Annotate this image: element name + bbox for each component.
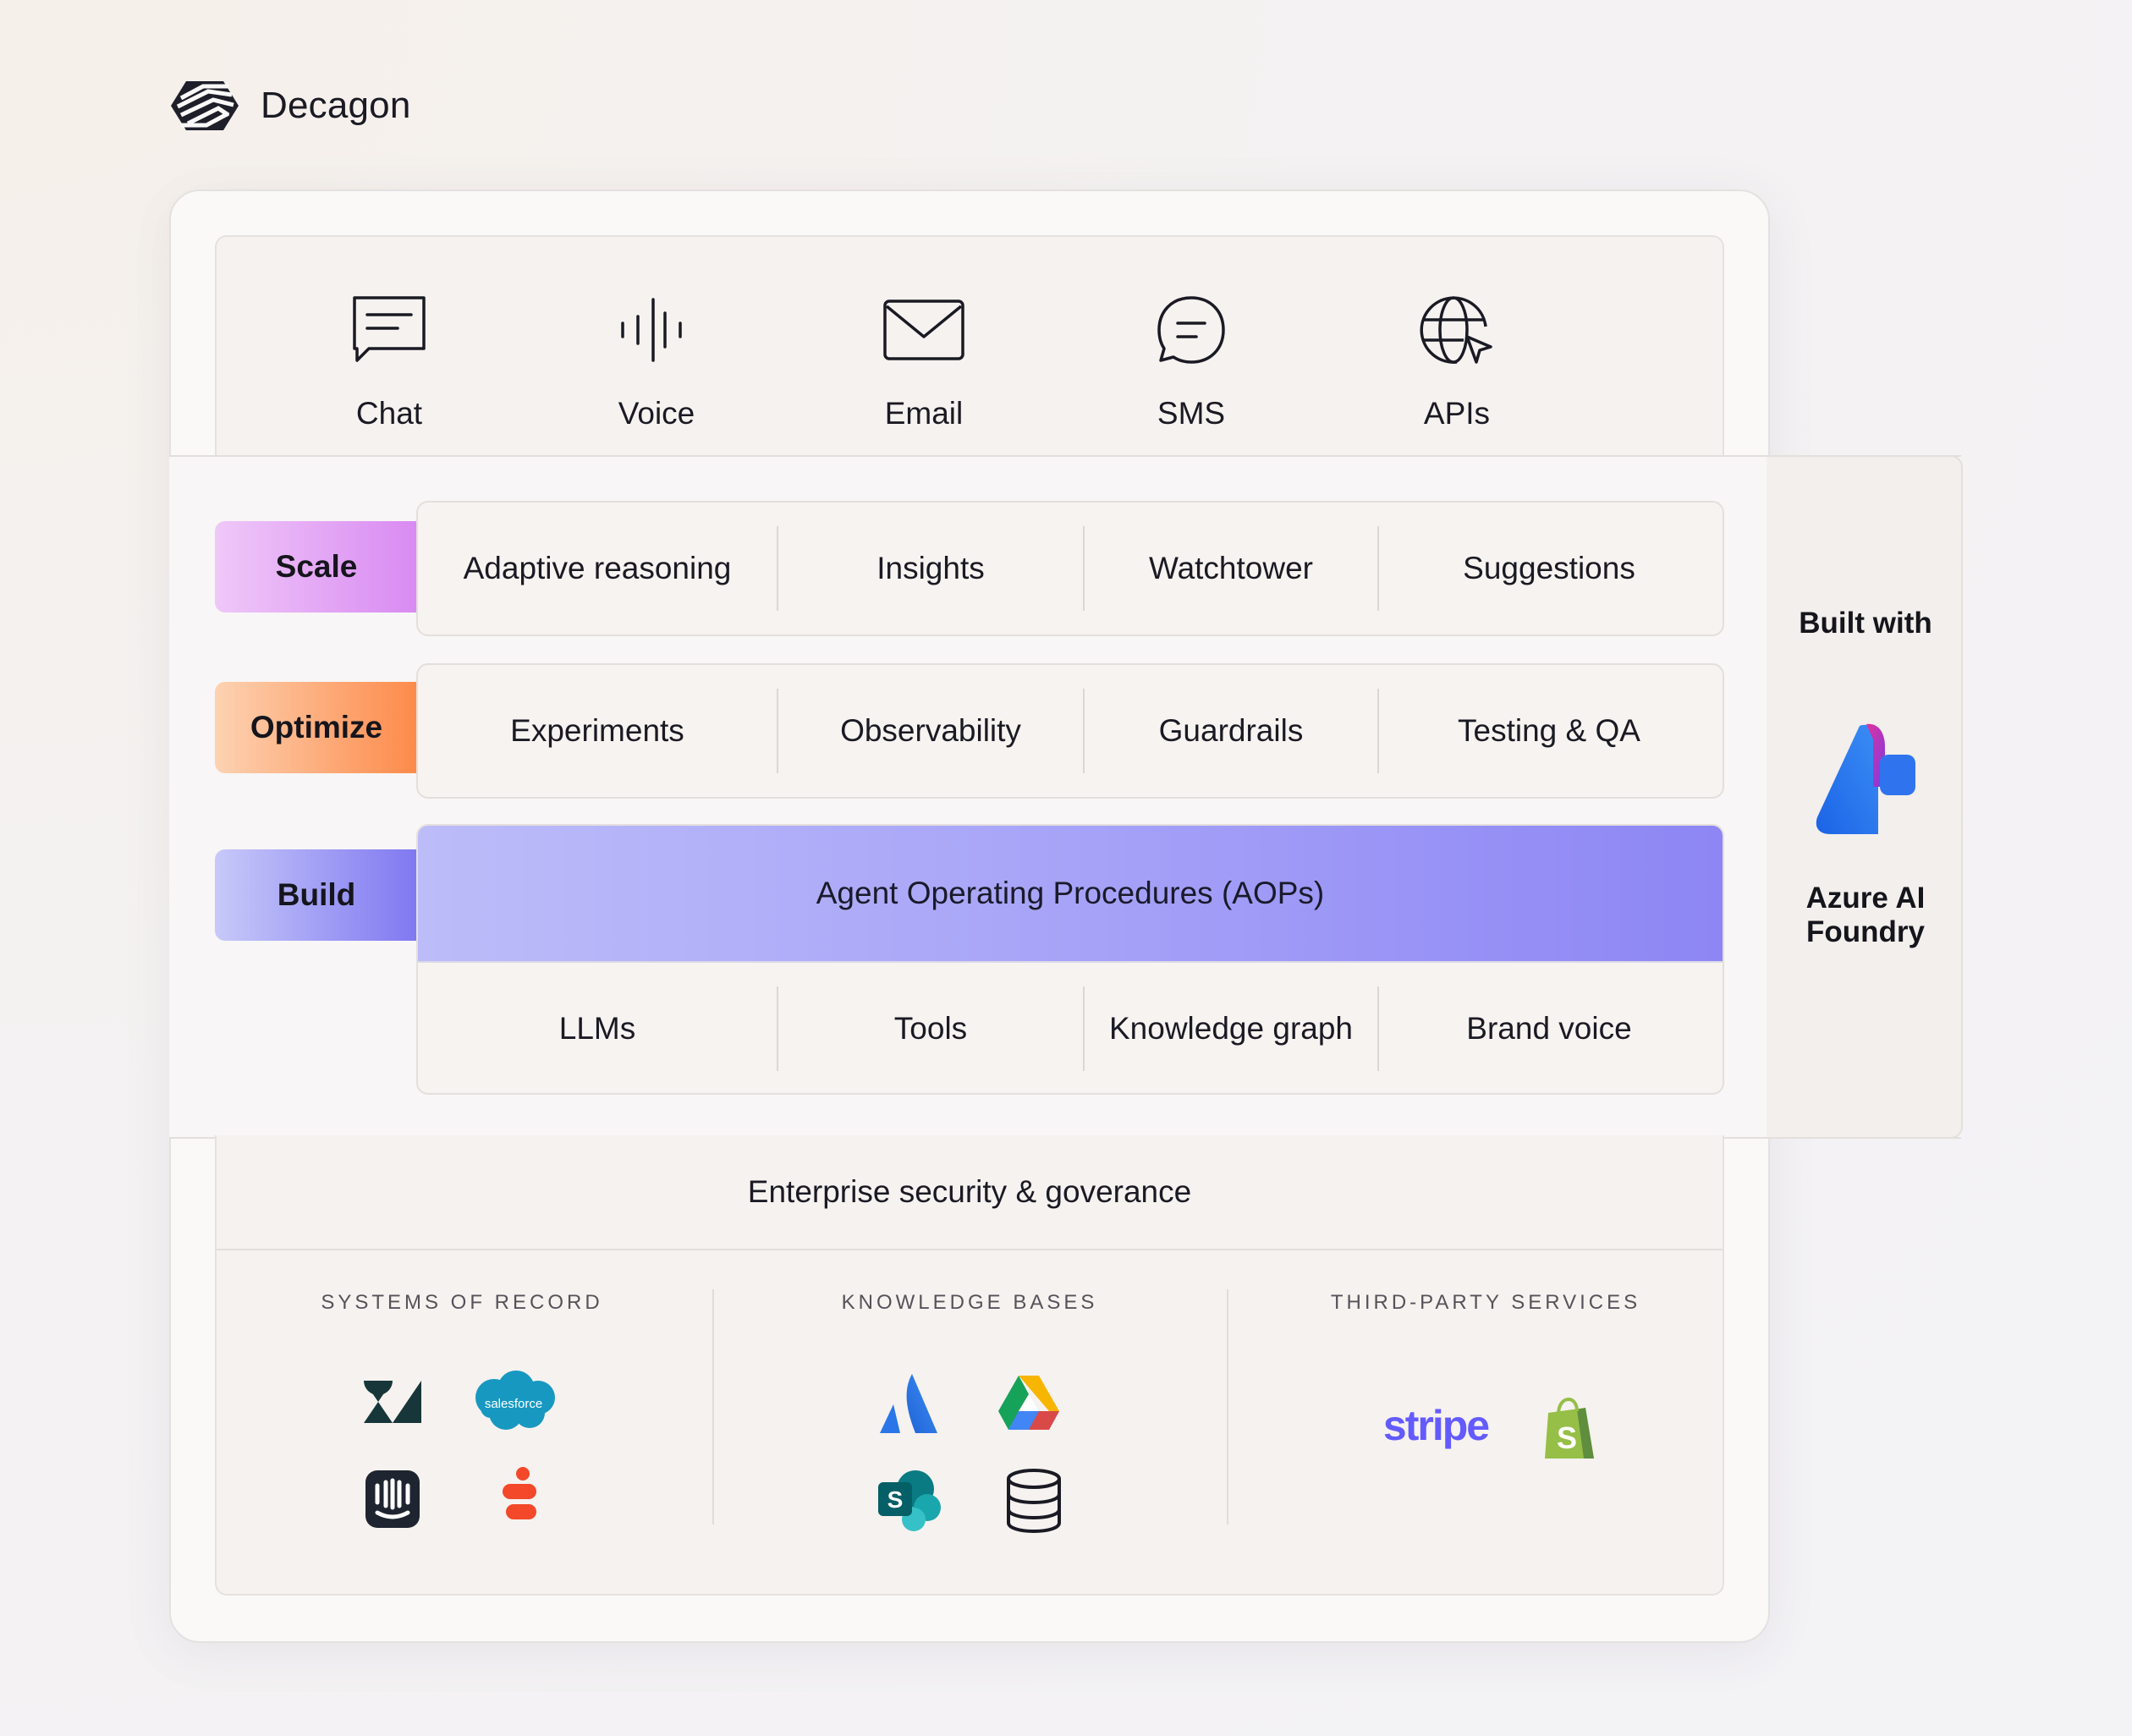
azure-ai-foundry-label: Azure AI Foundry — [1805, 882, 1926, 948]
stripe-icon: stripe — [1383, 1402, 1491, 1449]
optimize-tag: Optimize — [215, 682, 418, 773]
channel-label: Voice — [618, 396, 695, 431]
salesforce-icon: salesforce — [475, 1371, 555, 1430]
systems-of-record-title: SYSTEMS OF RECORD — [321, 1291, 603, 1314]
scale-item: Adaptive reasoning — [463, 551, 732, 586]
channel-label: Email — [884, 396, 964, 431]
intercom-icon — [365, 1470, 420, 1528]
build-tag: Build — [215, 849, 418, 941]
shopify-letter: S — [1557, 1420, 1577, 1455]
voice-waveform-icon — [621, 298, 682, 362]
build-item: Tools — [893, 1011, 968, 1047]
built-with-label: Built with — [1799, 607, 1932, 640]
channel-label: Chat — [355, 396, 423, 431]
divider — [1227, 1289, 1228, 1524]
globe-cursor-icon — [1420, 296, 1492, 364]
scale-row: Adaptive reasoning Insights Watchtower S… — [416, 501, 1724, 636]
build-row: Agent Operating Procedures (AOPs) LLMs T… — [416, 824, 1724, 1095]
aops-header: Agent Operating Procedures (AOPs) — [418, 826, 1723, 961]
security-governance: Enterprise security & goverance — [217, 1135, 1723, 1250]
build-item: Brand voice — [1466, 1011, 1632, 1047]
atlassian-icon — [880, 1374, 937, 1433]
knowledge-bases-title: KNOWLEDGE BASES — [841, 1291, 1098, 1314]
salesforce-wordmark: salesforce — [485, 1397, 542, 1411]
build-components: LLMs Tools Knowledge graph Brand voice — [418, 961, 1723, 1093]
google-drive-icon — [998, 1376, 1059, 1430]
build-item: Knowledge graph — [1109, 1011, 1353, 1047]
optimize-row: Experiments Observability Guardrails Tes… — [416, 663, 1724, 799]
azure-ai-foundry-icon — [1816, 723, 1915, 834]
scale-item: Watchtower — [1149, 551, 1313, 586]
scale-tag: Scale — [215, 521, 418, 613]
gladly-icon — [503, 1467, 536, 1519]
message-bubble-icon — [1157, 296, 1225, 364]
sharepoint-icon: S — [878, 1470, 941, 1531]
scale-item: Suggestions — [1463, 551, 1635, 586]
brand-header: Decagon — [169, 76, 411, 135]
database-icon — [1007, 1469, 1061, 1534]
channel-label: SMS — [1157, 396, 1226, 431]
envelope-icon — [883, 299, 964, 360]
optimize-item: Experiments — [510, 713, 684, 749]
shopify-icon: S — [1545, 1397, 1594, 1459]
channel-email: Email — [822, 288, 1025, 431]
brand-name: Decagon — [261, 85, 411, 126]
divider — [712, 1289, 714, 1524]
optimize-item: Observability — [840, 713, 1021, 749]
optimize-item: Guardrails — [1158, 713, 1304, 749]
zendesk-icon — [364, 1381, 421, 1423]
chat-icon — [353, 296, 426, 362]
stripe-wordmark: stripe — [1383, 1402, 1489, 1449]
channel-voice: Voice — [555, 288, 758, 431]
channel-apis: APIs — [1355, 288, 1558, 431]
channel-label: APIs — [1423, 396, 1491, 431]
foundation-panel: Enterprise security & goverance SYSTEMS … — [215, 1135, 1724, 1596]
decagon-logo-icon — [171, 81, 239, 130]
channel-sms: SMS — [1090, 288, 1293, 431]
optimize-item: Testing & QA — [1458, 713, 1640, 749]
scale-item: Insights — [876, 551, 985, 586]
build-item: LLMs — [558, 1011, 636, 1047]
sharepoint-letter: S — [887, 1486, 904, 1513]
channel-chat: Chat — [288, 288, 491, 431]
channels-panel: Chat Voice Email SMS APIs — [215, 235, 1724, 459]
third-party-services-title: THIRD-PARTY SERVICES — [1330, 1291, 1641, 1314]
